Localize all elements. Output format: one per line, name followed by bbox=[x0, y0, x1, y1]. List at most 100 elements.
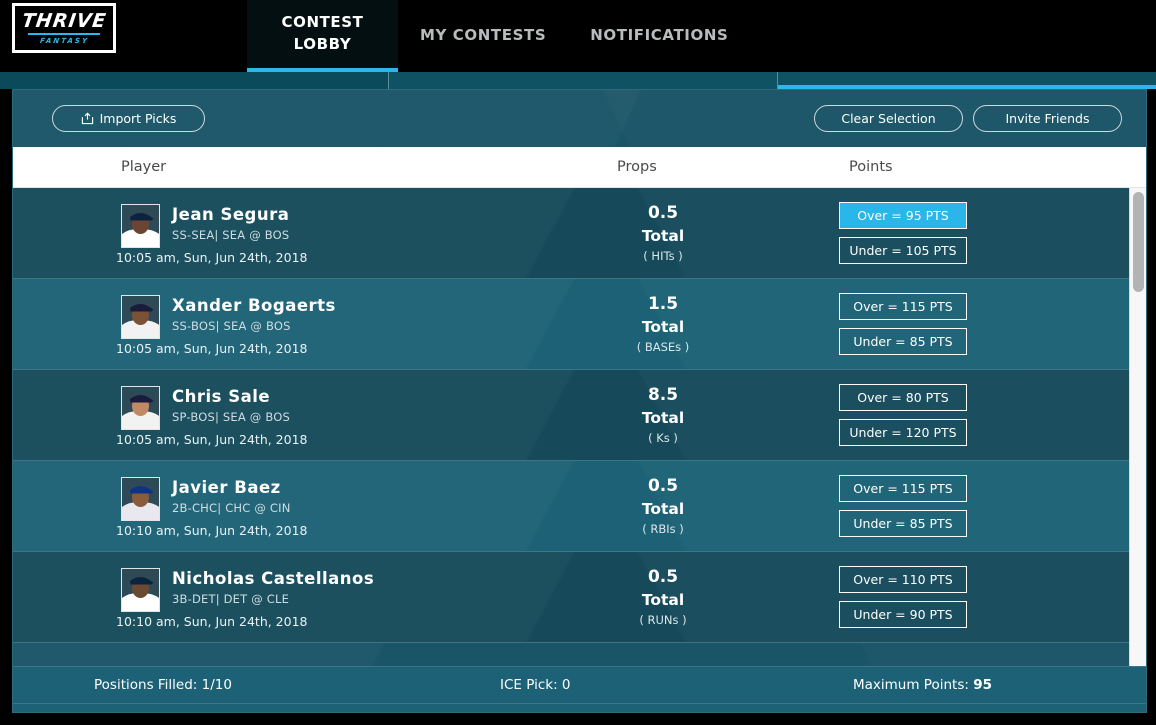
game-start-time: 10:10 am, Sun, Jun 24th, 2018 bbox=[116, 614, 308, 629]
table-row: Jean Segura SS-SEA| SEA @ BOS 10:05 am, … bbox=[13, 188, 1129, 279]
props-cell: 0.5 Total ( RUNs ) bbox=[573, 552, 753, 642]
under-button[interactable]: Under = 85 PTS bbox=[839, 328, 967, 355]
column-header-props: Props bbox=[617, 159, 657, 175]
maximum-points-label: Maximum Points: bbox=[853, 677, 974, 693]
prop-line-value: 0.5 bbox=[647, 476, 679, 496]
points-cell: Over = 80 PTS Under = 120 PTS bbox=[839, 370, 1039, 460]
player-name: Xander Bogaerts bbox=[172, 296, 336, 315]
prop-total-label: Total bbox=[641, 409, 685, 427]
invite-friends-button[interactable]: Invite Friends bbox=[973, 105, 1122, 132]
avatar bbox=[121, 204, 160, 248]
scrollbar-thumb[interactable] bbox=[1133, 192, 1144, 292]
over-button[interactable]: Over = 110 PTS bbox=[839, 566, 967, 593]
prop-stat-type: ( RUNs ) bbox=[639, 613, 687, 627]
vertical-scrollbar[interactable] bbox=[1129, 188, 1146, 666]
props-cell: 0.5 Total ( RBIs ) bbox=[573, 461, 753, 551]
player-position-matchup: 2B-CHC| CHC @ CIN bbox=[172, 501, 291, 515]
player-position-matchup: SS-BOS| SEA @ BOS bbox=[172, 319, 291, 333]
prop-stat-type: ( BASEs ) bbox=[636, 340, 690, 354]
game-start-time: 10:05 am, Sun, Jun 24th, 2018 bbox=[116, 250, 308, 265]
player-list-scroll-region: Jean Segura SS-SEA| SEA @ BOS 10:05 am, … bbox=[13, 188, 1146, 666]
panel-toolbar: Import Picks Clear Selection Invite Frie… bbox=[13, 90, 1146, 147]
player-position-matchup: SS-SEA| SEA @ BOS bbox=[172, 228, 290, 242]
props-cell: 0.5 Total ( HITs ) bbox=[573, 188, 753, 278]
contest-entry-panel: Import Picks Clear Selection Invite Frie… bbox=[12, 89, 1147, 713]
props-cell: 8.5 Total ( Ks ) bbox=[573, 370, 753, 460]
secondary-tab-2[interactable] bbox=[389, 72, 778, 89]
secondary-tab-3-active[interactable] bbox=[778, 72, 1156, 89]
game-start-time: 10:05 am, Sun, Jun 24th, 2018 bbox=[116, 341, 308, 356]
over-button[interactable]: Over = 115 PTS bbox=[839, 293, 967, 320]
nav-tab-notifications[interactable]: NOTIFICATIONS bbox=[568, 0, 750, 72]
under-button[interactable]: Under = 120 PTS bbox=[839, 419, 967, 446]
player-name: Javier Baez bbox=[172, 478, 281, 497]
prop-line-value: 0.5 bbox=[647, 203, 679, 223]
secondary-tab-strip bbox=[0, 72, 1156, 89]
over-button[interactable]: Over = 95 PTS bbox=[839, 202, 967, 229]
logo-wordmark: THRIVE bbox=[20, 9, 108, 32]
table-row: Nicholas Castellanos 3B-DET| DET @ CLE 1… bbox=[13, 552, 1129, 643]
prop-stat-type: ( Ks ) bbox=[648, 431, 678, 445]
import-picks-button[interactable]: Import Picks bbox=[52, 105, 205, 132]
under-button[interactable]: Under = 90 PTS bbox=[839, 601, 967, 628]
nav-tab-contest-lobby[interactable]: CONTEST LOBBY bbox=[247, 0, 398, 72]
player-list: Jean Segura SS-SEA| SEA @ BOS 10:05 am, … bbox=[13, 188, 1129, 666]
thrive-fantasy-logo[interactable]: THRIVE FANTASY bbox=[12, 3, 116, 53]
prop-stat-type: ( RBIs ) bbox=[642, 522, 684, 536]
table-header: Player Props Points bbox=[13, 147, 1146, 188]
entry-stats-bar: Positions Filled: 1/10 ICE Pick: 0 Maxim… bbox=[13, 666, 1146, 704]
props-cell: 1.5 Total ( BASEs ) bbox=[573, 279, 753, 369]
avatar bbox=[121, 568, 160, 612]
under-button[interactable]: Under = 85 PTS bbox=[839, 510, 967, 537]
table-row: Chris Sale SP-BOS| SEA @ BOS 10:05 am, S… bbox=[13, 370, 1129, 461]
player-cell: Xander Bogaerts SS-BOS| SEA @ BOS 10:05 … bbox=[13, 279, 573, 369]
import-picks-label: Import Picks bbox=[99, 111, 177, 126]
prop-line-value: 0.5 bbox=[647, 567, 679, 587]
secondary-tab-1[interactable] bbox=[0, 72, 389, 89]
player-name: Nicholas Castellanos bbox=[172, 569, 375, 588]
nav-tab-list: CONTEST LOBBY MY CONTESTS NOTIFICATIONS bbox=[247, 0, 750, 72]
avatar bbox=[121, 477, 160, 521]
prop-line-value: 8.5 bbox=[647, 385, 679, 405]
avatar bbox=[121, 295, 160, 339]
under-button[interactable]: Under = 105 PTS bbox=[839, 237, 967, 264]
player-position-matchup: 3B-DET| DET @ CLE bbox=[172, 592, 290, 606]
prop-total-label: Total bbox=[641, 500, 685, 518]
player-cell: Jean Segura SS-SEA| SEA @ BOS 10:05 am, … bbox=[13, 188, 573, 278]
panel-footer-bar: *ICE prop = In case of Emergency Prop i … bbox=[13, 704, 1146, 712]
nav-tab-my-contests[interactable]: MY CONTESTS bbox=[398, 0, 568, 72]
column-header-points: Points bbox=[849, 159, 893, 175]
player-cell: Chris Sale SP-BOS| SEA @ BOS 10:05 am, S… bbox=[13, 370, 573, 460]
points-cell: Over = 95 PTS Under = 105 PTS bbox=[839, 188, 1039, 278]
prop-total-label: Total bbox=[641, 591, 685, 609]
logo-subtitle: FANTASY bbox=[38, 36, 90, 45]
clear-selection-button[interactable]: Clear Selection bbox=[814, 105, 963, 132]
table-row: Xander Bogaerts SS-BOS| SEA @ BOS 10:05 … bbox=[13, 279, 1129, 370]
prop-total-label: Total bbox=[641, 318, 685, 336]
game-start-time: 10:05 am, Sun, Jun 24th, 2018 bbox=[116, 432, 308, 447]
player-cell: Javier Baez 2B-CHC| CHC @ CIN 10:10 am, … bbox=[13, 461, 573, 551]
top-navigation-bar: THRIVE FANTASY CONTEST LOBBY MY CONTESTS… bbox=[0, 0, 1156, 72]
points-cell: Over = 110 PTS Under = 90 PTS bbox=[839, 552, 1039, 642]
points-cell: Over = 115 PTS Under = 85 PTS bbox=[839, 461, 1039, 551]
game-start-time: 10:10 am, Sun, Jun 24th, 2018 bbox=[116, 523, 308, 538]
player-cell: Nicholas Castellanos 3B-DET| DET @ CLE 1… bbox=[13, 552, 573, 642]
app-root: THRIVE FANTASY CONTEST LOBBY MY CONTESTS… bbox=[0, 0, 1156, 725]
positions-filled-status: Positions Filled: 1/10 bbox=[94, 677, 232, 693]
maximum-points-value: 95 bbox=[973, 677, 992, 693]
table-row: Javier Baez 2B-CHC| CHC @ CIN 10:10 am, … bbox=[13, 461, 1129, 552]
prop-stat-type: ( HITs ) bbox=[643, 249, 683, 263]
player-position-matchup: SP-BOS| SEA @ BOS bbox=[172, 410, 290, 424]
maximum-points-status: Maximum Points: 95 bbox=[853, 677, 992, 693]
over-button[interactable]: Over = 115 PTS bbox=[839, 475, 967, 502]
import-icon bbox=[81, 112, 94, 125]
over-button[interactable]: Over = 80 PTS bbox=[839, 384, 967, 411]
ice-pick-status: ICE Pick: 0 bbox=[500, 677, 571, 693]
player-name: Chris Sale bbox=[172, 387, 271, 406]
column-header-player: Player bbox=[121, 159, 167, 175]
points-cell: Over = 115 PTS Under = 85 PTS bbox=[839, 279, 1039, 369]
avatar bbox=[121, 386, 160, 430]
player-name: Jean Segura bbox=[172, 205, 290, 224]
logo-accent-bar bbox=[27, 32, 101, 35]
prop-total-label: Total bbox=[641, 227, 685, 245]
